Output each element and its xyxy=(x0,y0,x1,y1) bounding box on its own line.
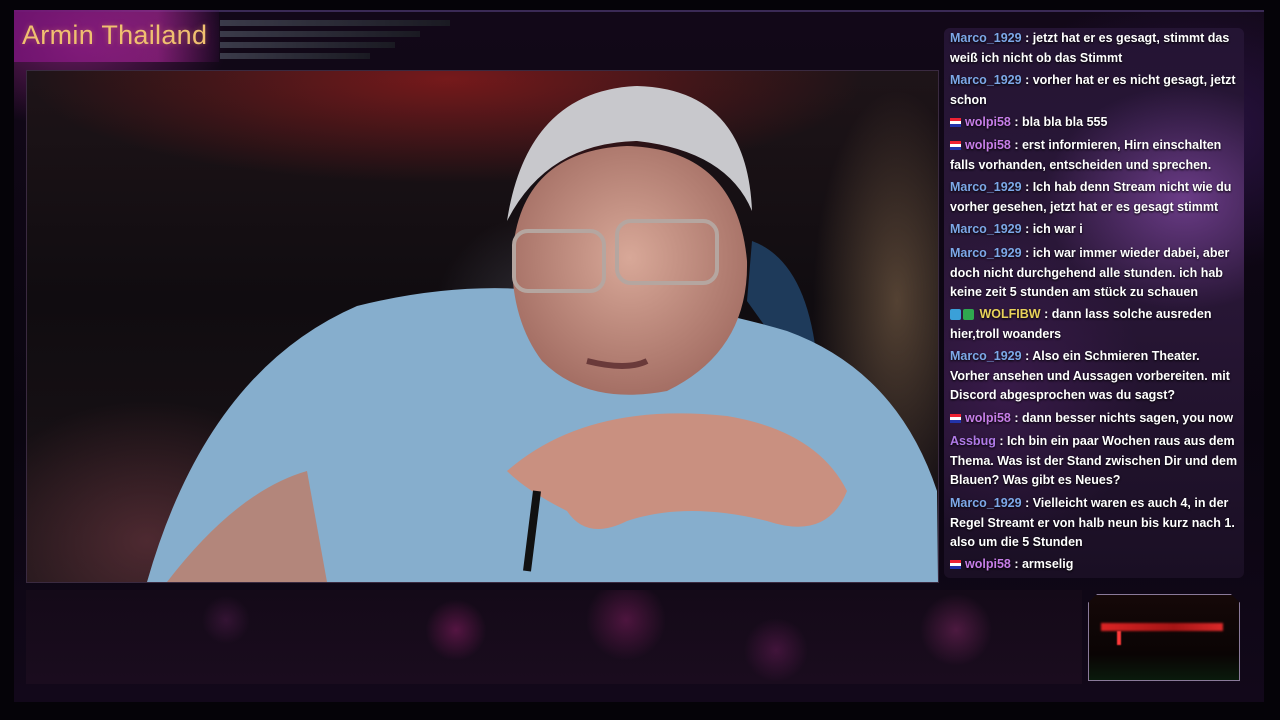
chat-message: Marco_1929 : vorher hat er es nicht gesa… xyxy=(950,71,1240,110)
flag-badge-icon xyxy=(950,118,961,127)
flag-badge-icon xyxy=(950,560,961,569)
chat-username[interactable]: wolpi58 xyxy=(965,138,1011,152)
chat-username[interactable]: Marco_1929 xyxy=(950,246,1022,260)
chat-message: Marco_1929 : Vielleicht waren es auch 4,… xyxy=(950,494,1240,553)
chat-username[interactable]: Marco_1929 xyxy=(950,496,1022,510)
chat-message: Marco_1929 : Also ein Schmieren Theater.… xyxy=(950,347,1240,406)
chat-message: wolpi58 : erst informieren, Hirn einscha… xyxy=(950,136,1240,175)
chat-message: wolpi58 : dann besser nichts sagen, you … xyxy=(950,409,1240,429)
chat-message: wolpi58 : armselig xyxy=(950,555,1240,575)
chat-panel[interactable]: Marco_1929 : jetzt hat er es gesagt, sti… xyxy=(944,28,1244,578)
visualizer-bar xyxy=(1101,623,1223,631)
webcam-video[interactable] xyxy=(26,70,939,583)
chat-username[interactable]: Marco_1929 xyxy=(950,349,1022,363)
chat-username[interactable]: Marco_1929 xyxy=(950,73,1022,87)
chat-text: : dann besser nichts sagen, you now xyxy=(1014,411,1234,425)
channel-title: Armin Thailand xyxy=(22,20,208,50)
chat-username[interactable]: Marco_1929 xyxy=(950,31,1022,45)
chat-message: wolpi58 : bla bla bla 555 xyxy=(950,113,1240,133)
streamer-figure xyxy=(147,86,938,582)
chat-username[interactable]: Marco_1929 xyxy=(950,222,1022,236)
prime-badge-icon xyxy=(950,309,961,320)
chat-username[interactable]: wolpi58 xyxy=(965,411,1011,425)
chat-username[interactable]: Marco_1929 xyxy=(950,180,1022,194)
chat-message: WOLFIBW : dann lass solche ausreden hier… xyxy=(950,305,1240,344)
chat-text: : bla bla bla 555 xyxy=(1014,115,1108,129)
chat-username[interactable]: wolpi58 xyxy=(965,557,1011,571)
chat-text: : armselig xyxy=(1014,557,1074,571)
chat-message: Assbug : Ich bin ein paar Wochen raus au… xyxy=(950,432,1240,491)
flag-badge-icon xyxy=(950,141,961,150)
visualizer-peak xyxy=(1117,631,1121,645)
chat-message: Marco_1929 : ich war i xyxy=(950,220,1240,240)
mod-badge-icon xyxy=(963,309,974,320)
audio-visualizer xyxy=(1088,594,1240,681)
decorative-lines xyxy=(220,20,460,64)
chat-username[interactable]: wolpi58 xyxy=(965,115,1011,129)
chat-username[interactable]: Assbug xyxy=(950,434,996,448)
flag-badge-icon xyxy=(950,414,961,423)
chat-message: Marco_1929 : jetzt hat er es gesagt, sti… xyxy=(950,29,1240,68)
chat-text: : ich war i xyxy=(1025,222,1083,236)
bottom-decor-bar xyxy=(26,590,1082,684)
chat-username[interactable]: WOLFIBW xyxy=(979,307,1040,321)
chat-message: Marco_1929 : Ich hab denn Stream nicht w… xyxy=(950,178,1240,217)
chat-message: Marco_1929 : ich war immer wieder dabei,… xyxy=(950,244,1240,303)
